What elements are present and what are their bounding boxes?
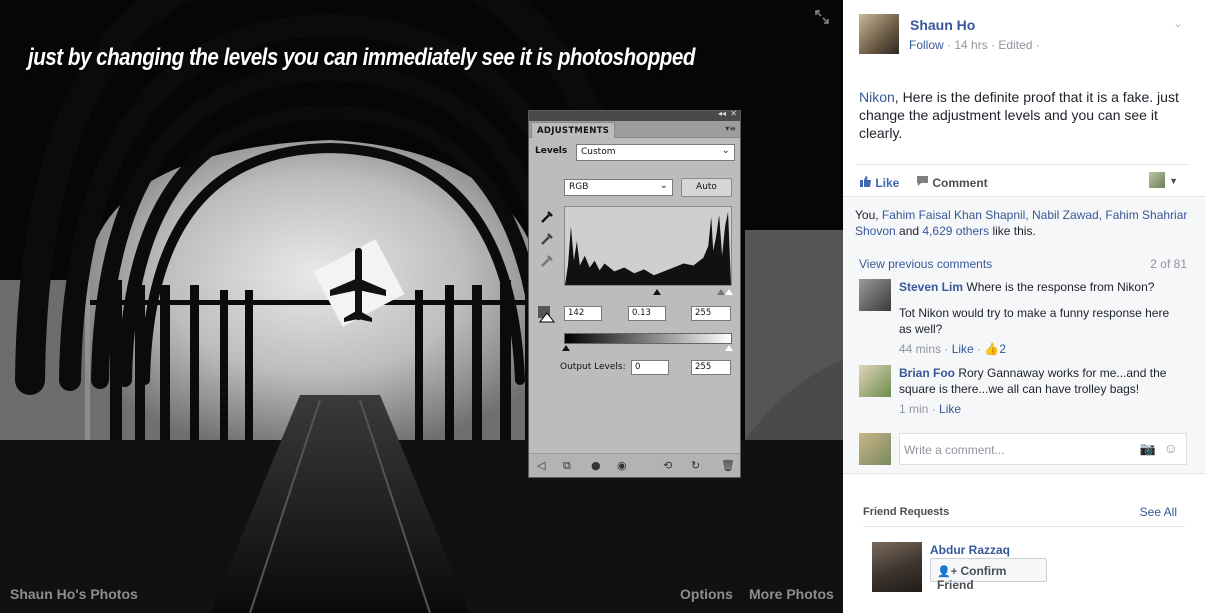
see-all-link[interactable]: See All: [1140, 505, 1177, 519]
comment-meta: 44 mins · Like · 👍2: [899, 342, 1007, 356]
comment-item: Steven Lim Where is the response from Ni…: [899, 279, 1184, 357]
follow-link[interactable]: Follow: [909, 38, 944, 52]
commenter-avatar[interactable]: [859, 279, 891, 311]
trash-icon[interactable]: 🗑: [721, 459, 735, 472]
preset-select[interactable]: Custom ⌄: [576, 144, 735, 161]
input-gamma-field[interactable]: 0.13: [628, 306, 666, 321]
confirm-friend-button[interactable]: 👤+ Confirm Friend: [930, 558, 1047, 592]
input-black-slider[interactable]: [653, 289, 661, 295]
my-avatar: [859, 433, 891, 465]
photo-album-link[interactable]: Shaun Ho's Photos: [10, 586, 138, 602]
layer-clip-icon[interactable]: ●: [591, 459, 601, 472]
likes-summary: You, Fahim Faisal Khan Shapnil, Nabil Za…: [855, 208, 1188, 238]
small-avatar: [1148, 171, 1165, 188]
comment-like-link[interactable]: Like: [939, 402, 961, 416]
thumbs-up-icon: [860, 176, 871, 187]
requester-avatar[interactable]: [872, 542, 922, 592]
friend-requests: Friend Requests See All Abdur Razzaq 👤+ …: [843, 473, 1205, 613]
post-sidebar: Shaun Ho Follow · 14 hrs · Edited · ⌄ Ni…: [843, 0, 1205, 613]
comment-text: Tot Nikon would try to make a funny resp…: [899, 306, 1170, 336]
thumbs-up-icon: 👍: [984, 342, 1000, 356]
levels-label: Levels: [535, 146, 568, 156]
post-actions: Like Comment ▼: [857, 164, 1188, 196]
mention-link[interactable]: Nikon: [859, 89, 895, 105]
panel-menu-icon[interactable]: ▾≡: [725, 124, 736, 133]
post-author[interactable]: Shaun Ho: [910, 17, 975, 33]
channel-value: RGB: [569, 182, 589, 192]
panel-toolbar: ◁ ⧉ ● ◉ ⟲ ↻ 🗑: [529, 453, 740, 477]
output-levels-label: Output Levels:: [560, 362, 626, 372]
comment-label: Comment: [932, 176, 988, 190]
previous-state-icon[interactable]: ⟲: [663, 459, 672, 472]
commenter-name[interactable]: Brian Foo: [899, 366, 955, 380]
panel-tabbar: ADJUSTMENTS ▾≡: [529, 121, 740, 138]
auto-button[interactable]: Auto: [681, 178, 732, 197]
preset-value: Custom: [581, 147, 616, 157]
comment-input[interactable]: Write a comment... 📷 ☺: [899, 433, 1187, 465]
post-options-chevron-icon[interactable]: ⌄: [1173, 16, 1183, 30]
post-meta: Follow · 14 hrs · Edited ·: [909, 38, 1040, 52]
output-white-field[interactable]: 255: [691, 360, 731, 375]
post-time[interactable]: 14 hrs: [954, 38, 987, 52]
comment-button[interactable]: Comment: [916, 175, 988, 190]
white-eyedropper-icon[interactable]: [539, 253, 555, 269]
more-photos-link[interactable]: More Photos: [749, 586, 834, 602]
emoji-icon[interactable]: ☺: [1164, 440, 1178, 456]
photo-caption: just by changing the levels you can imme…: [28, 44, 695, 71]
close-icon[interactable]: ✕: [730, 109, 737, 118]
output-white-slider[interactable]: [725, 345, 733, 351]
photo-viewer: just by changing the levels you can imme…: [0, 0, 843, 613]
expand-view-icon[interactable]: ⧉: [563, 459, 571, 473]
commenter-avatar[interactable]: [859, 365, 891, 397]
collapse-icon[interactable]: ◂◂: [718, 109, 726, 118]
channel-select[interactable]: RGB ⌄: [564, 179, 673, 196]
tab-adjustments[interactable]: ADJUSTMENTS: [531, 122, 615, 138]
like-label: Like: [875, 176, 900, 190]
view-previous-comments[interactable]: View previous comments: [859, 257, 992, 271]
camera-icon[interactable]: 📷: [1140, 441, 1156, 457]
back-arrow-icon[interactable]: ◁: [537, 459, 545, 472]
output-gradient: [564, 333, 732, 344]
add-friend-icon: 👤+: [937, 566, 958, 578]
comment-meta: 1 min · Like: [899, 402, 962, 416]
edited-label[interactable]: Edited: [998, 38, 1032, 52]
post-text: Nikon, Here is the definite proof that i…: [859, 88, 1189, 142]
comments-section: You, Fahim Faisal Khan Shapnil, Nabil Za…: [843, 196, 1205, 473]
post-as-selector[interactable]: ▼: [1148, 171, 1178, 189]
friend-requests-title: Friend Requests: [863, 506, 950, 518]
post-body: , Here is the definite proof that it is …: [859, 89, 1179, 141]
input-white-slider[interactable]: [725, 289, 733, 295]
chevron-down-icon: ⌄: [721, 145, 730, 156]
requester-name[interactable]: Abdur Razzaq: [930, 543, 1010, 557]
comment-count: 2 of 81: [1150, 257, 1187, 271]
chevron-down-icon: ⌄: [659, 180, 668, 191]
comment-like-link[interactable]: Like: [952, 342, 974, 356]
like-button[interactable]: Like: [859, 175, 899, 190]
adjustments-panel: ◂◂ ✕ ADJUSTMENTS ▾≡ Levels Custom ⌄ RGB …: [528, 109, 741, 478]
output-black-field[interactable]: 0: [631, 360, 669, 375]
caret-down-icon: ▼: [1169, 176, 1178, 186]
reaction-count[interactable]: 2: [999, 342, 1006, 356]
panel-titlebar[interactable]: ◂◂ ✕: [529, 109, 740, 121]
reset-icon[interactable]: ↻: [691, 459, 700, 472]
author-avatar[interactable]: [859, 14, 899, 54]
expand-icon[interactable]: [815, 10, 829, 24]
input-white-field[interactable]: 255: [691, 306, 731, 321]
options-link[interactable]: Options: [680, 586, 733, 602]
comment-icon: [917, 176, 928, 186]
black-eyedropper-icon[interactable]: [539, 209, 555, 225]
comment-item: Brian Foo Rory Gannaway works for me...a…: [899, 365, 1184, 417]
clipping-warning-icon[interactable]: [537, 305, 555, 323]
others-link[interactable]: 4,629 others: [922, 224, 989, 238]
eye-icon[interactable]: ◉: [617, 459, 627, 472]
output-black-slider[interactable]: [562, 345, 570, 351]
input-gamma-slider[interactable]: [717, 289, 725, 295]
histogram: [564, 206, 732, 286]
gray-eyedropper-icon[interactable]: [539, 231, 555, 247]
input-black-field[interactable]: 142: [564, 306, 602, 321]
commenter-name[interactable]: Steven Lim: [899, 280, 963, 294]
